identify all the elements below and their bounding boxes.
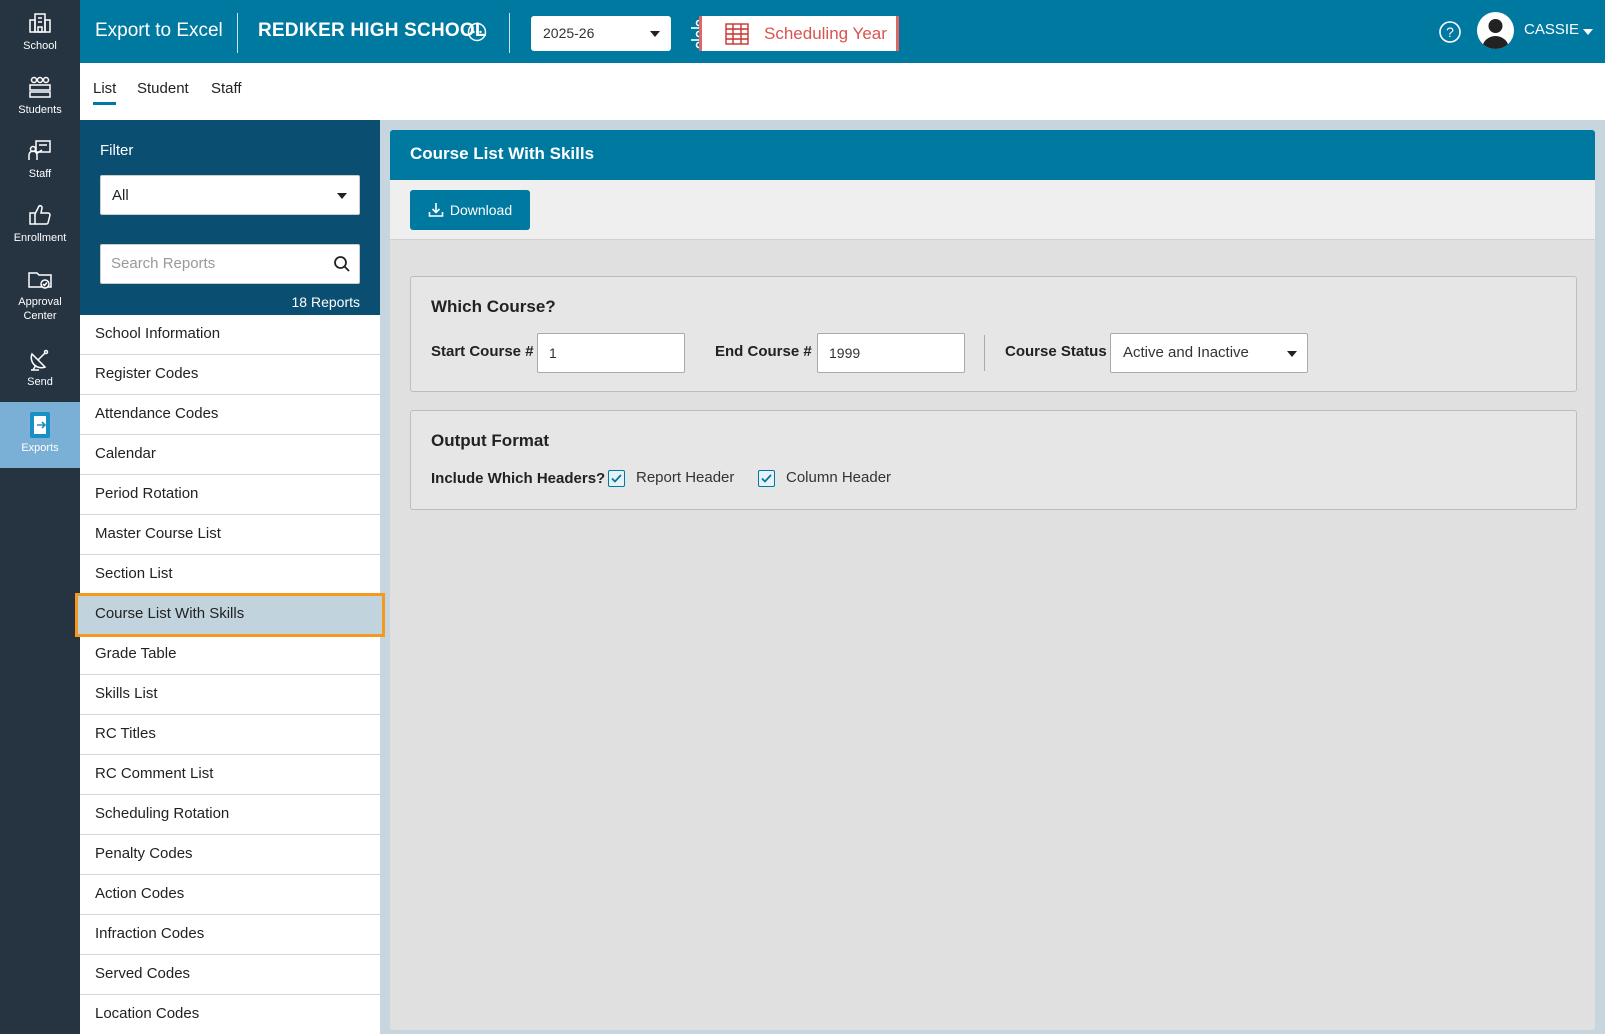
scheduling-year-label: Scheduling Year [764,24,887,43]
filter-value: All [112,187,129,204]
thumbs-up-icon [27,202,53,228]
rail-label: Enrollment [13,232,67,244]
list-item[interactable]: Penalty Codes [80,835,380,875]
school-name[interactable]: REDIKER HIGH SCHOOL [258,20,487,42]
rail-label: Approval Center [18,296,62,322]
help-icon[interactable]: ? [1438,20,1462,44]
list-item[interactable]: Grade Table [80,635,380,675]
end-course-input[interactable]: 1999 [817,333,965,373]
rail-item-school[interactable]: School [0,0,80,64]
satellite-dish-icon [27,346,53,372]
checkmark-icon [761,474,772,483]
start-course-input[interactable]: 1 [537,333,685,373]
rail-item-send[interactable]: Send [0,336,80,400]
sidebar-header: Filter All 18 Reports [80,120,380,315]
list-item-selected[interactable]: Course List With Skills [75,593,385,637]
report-toolbar: Download [390,180,1595,240]
tab-list[interactable]: List [93,80,117,105]
rail-item-exports[interactable]: Exports [0,402,80,468]
end-course-label: End Course # [715,343,812,360]
rail-item-enrollment[interactable]: Enrollment [0,192,80,256]
list-item[interactable]: RC Titles [80,715,380,755]
filter-select[interactable]: All [100,175,360,215]
rail-label: Exports [21,442,59,454]
search-box [100,244,360,284]
chevron-down-icon[interactable] [1583,29,1593,35]
download-label: Download [449,202,513,218]
scheduling-year-badge[interactable]: Scheduling Year [690,16,900,51]
rail-item-students[interactable]: Students [0,64,80,128]
rail-label: Students [18,104,62,116]
students-icon [27,74,53,100]
svg-text:?: ? [1446,24,1454,40]
download-button[interactable]: Download [410,190,530,230]
course-status-select[interactable]: Active and Inactive [1110,333,1308,373]
which-course-panel: Which Course? Start Course # 1 End Cours… [410,276,1577,392]
search-input[interactable] [111,245,321,281]
calendar-grid-icon [725,22,749,51]
rail-label: Send [27,376,53,388]
list-item[interactable]: Attendance Codes [80,395,380,435]
tab-staff[interactable]: Staff [211,80,242,102]
list-item[interactable]: Section List [80,555,380,595]
report-list: School Information Register Codes Attend… [75,315,385,1034]
folder-check-icon [27,266,53,292]
year-value: 2025-26 [543,25,595,41]
list-item[interactable]: Register Codes [80,355,380,395]
divider [237,13,238,53]
user-name[interactable]: CASSIE [1524,21,1579,38]
rail-item-approval-center[interactable]: Approval Center [0,256,80,336]
report-title: Course List With Skills [390,130,1595,180]
report-header-label[interactable]: Report Header [636,469,734,486]
sub-nav: List Student Staff [80,63,1605,120]
list-item[interactable]: Location Codes [80,995,380,1034]
top-bar: Export to Excel REDIKER HIGH SCHOOL 2025… [80,0,1605,63]
export-file-icon [27,412,53,438]
section-title: Output Format [431,431,550,450]
divider [984,335,985,371]
list-item[interactable]: RC Comment List [80,755,380,795]
list-item[interactable]: School Information [80,315,380,355]
list-item[interactable]: Master Course List [80,515,380,555]
report-header-checkbox[interactable] [608,470,625,487]
app-title: Export to Excel [95,20,223,41]
staff-icon [27,138,53,164]
more-options-icon[interactable] [467,22,487,42]
column-header-label[interactable]: Column Header [786,469,891,486]
chevron-down-icon [1287,351,1297,357]
column-header-checkbox[interactable] [758,470,775,487]
chevron-down-icon [337,193,347,199]
course-status-label: Course Status [1005,343,1107,360]
search-icon[interactable] [333,255,351,278]
avatar[interactable] [1477,12,1514,49]
filter-label: Filter [100,142,134,159]
download-icon [428,203,444,217]
list-item[interactable]: Calendar [80,435,380,475]
list-item[interactable]: Skills List [80,675,380,715]
rail-label: School [23,40,57,52]
list-item[interactable]: Action Codes [80,875,380,915]
section-title: Which Course? [431,297,556,316]
rail-label: Staff [28,168,52,180]
school-icon [27,10,53,36]
list-item[interactable]: Period Rotation [80,475,380,515]
headers-label: Include Which Headers? [431,470,606,487]
output-format-panel: Output Format Include Which Headers? Rep… [410,410,1577,510]
course-status-value: Active and Inactive [1123,344,1249,361]
checkmark-icon [611,474,622,483]
report-count: 18 Reports [291,294,360,310]
list-item[interactable]: Served Codes [80,955,380,995]
tab-student[interactable]: Student [137,80,189,102]
left-nav-rail: School Students Staff Enrollment Approva… [0,0,80,1034]
divider [509,13,510,53]
rail-item-staff[interactable]: Staff [0,128,80,192]
report-sidebar: Filter All 18 Reports School Information… [75,120,385,1034]
report-panel: Course List With Skills Download Which C… [390,130,1595,1030]
chevron-down-icon [650,31,660,37]
list-item[interactable]: Infraction Codes [80,915,380,955]
start-course-label: Start Course # [431,343,534,360]
year-select[interactable]: 2025-26 [531,16,671,51]
list-item[interactable]: Scheduling Rotation [80,795,380,835]
